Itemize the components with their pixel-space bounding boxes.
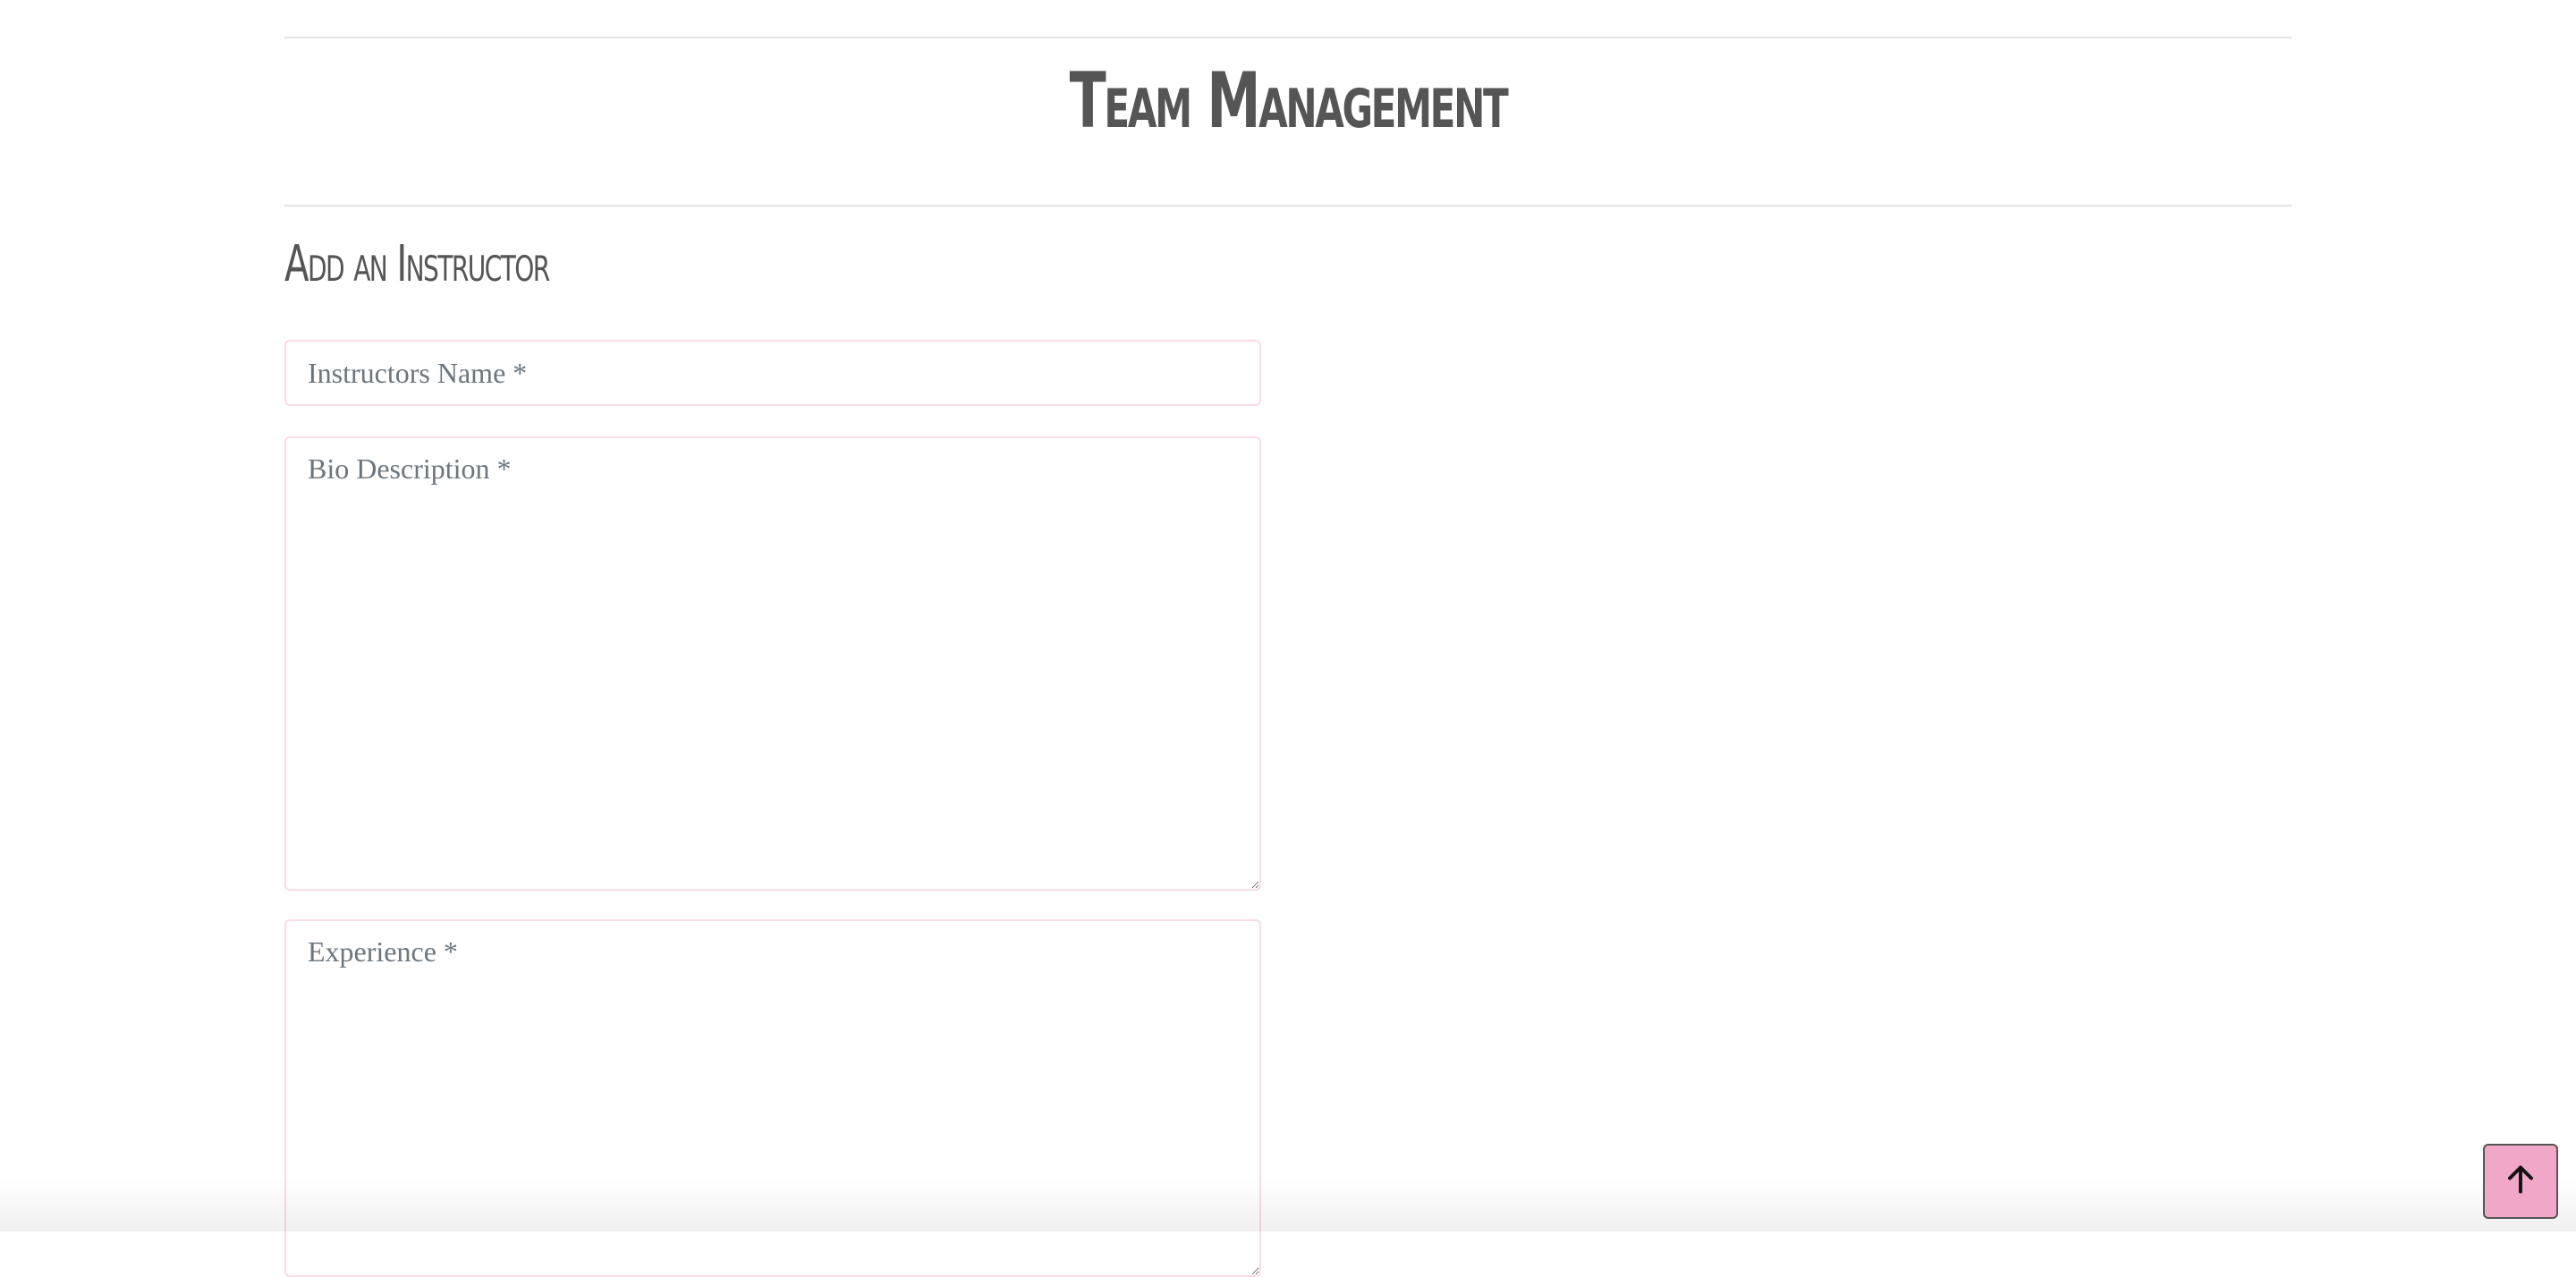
page-title: Team Management [505, 52, 2071, 152]
instructor-name-input[interactable] [284, 340, 1261, 406]
experience-textarea[interactable] [284, 919, 1261, 1277]
bio-description-textarea[interactable] [284, 436, 1261, 891]
arrow-up-icon [2504, 1163, 2537, 1200]
top-divider [284, 37, 2292, 38]
title-divider [284, 205, 2292, 207]
section-title: Add an Instructor [284, 233, 549, 298]
back-to-top-button[interactable] [2483, 1144, 2558, 1219]
